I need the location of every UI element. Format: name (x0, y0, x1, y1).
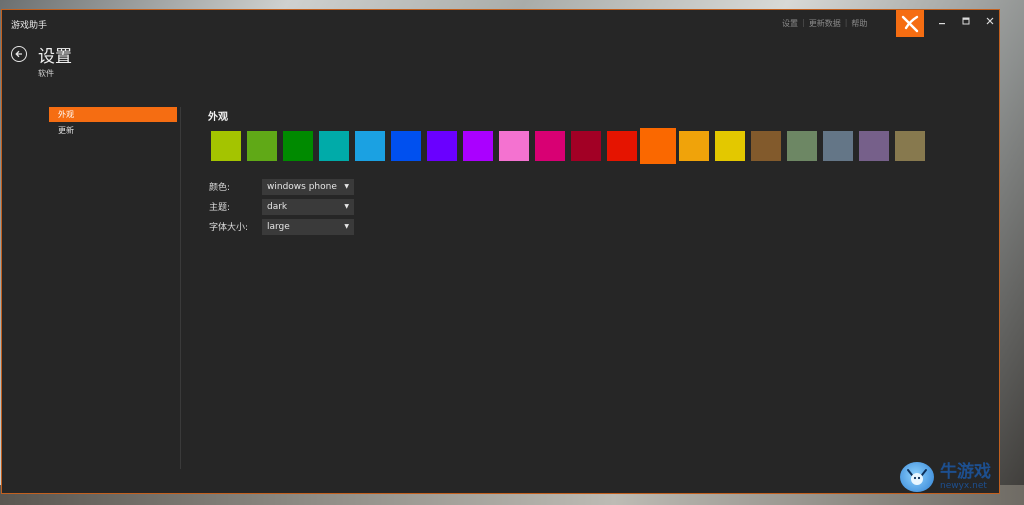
accent-color-palette (211, 128, 931, 164)
caret-down-icon: ▼ (344, 182, 349, 190)
sidebar-item-update[interactable]: 更新 (49, 123, 177, 138)
page-subtitle: 软件 (38, 69, 54, 78)
app-title: 游戏助手 (11, 21, 48, 31)
top-link-settings[interactable]: 设置 (782, 18, 798, 29)
top-links: 设置 | 更新数据 | 帮助 (782, 18, 867, 29)
separator: | (844, 18, 848, 27)
color-label: 颜色: (209, 183, 231, 193)
color-swatch[interactable] (499, 131, 529, 161)
font-size-dropdown[interactable]: large ▼ (262, 218, 354, 235)
title-bar: 游戏助手 设置 | 更新数据 | 帮助 (2, 10, 999, 40)
color-swatch[interactable] (715, 131, 745, 161)
theme-dropdown-value: dark (267, 201, 288, 212)
close-icon[interactable] (978, 14, 1002, 28)
sidebar-item-appearance[interactable]: 外观 (49, 107, 177, 122)
color-swatch[interactable] (751, 131, 781, 161)
color-swatch[interactable] (247, 131, 277, 161)
color-dropdown-value: windows phone (267, 181, 337, 192)
color-swatch[interactable] (535, 131, 565, 161)
watermark-cn: 牛游戏 (940, 462, 991, 482)
color-swatch[interactable] (319, 131, 349, 161)
top-link-update-data[interactable]: 更新数据 (809, 18, 841, 29)
window-controls (930, 14, 1002, 28)
page-title: 设置 (38, 47, 72, 67)
section-title: 外观 (208, 112, 228, 123)
color-swatch[interactable] (823, 131, 853, 161)
color-swatch[interactable] (607, 131, 637, 161)
color-swatch[interactable] (640, 128, 676, 164)
caret-down-icon: ▼ (344, 222, 349, 230)
color-swatch[interactable] (211, 131, 241, 161)
sidebar-divider (180, 107, 181, 469)
minimize-icon[interactable] (930, 14, 954, 28)
separator: | (802, 18, 805, 27)
sidebar: 外观 更新 (49, 107, 177, 139)
settings-form: 颜色: windows phone ▼ 主题: dark ▼ 字体大小: lar… (209, 178, 354, 238)
color-dropdown[interactable]: windows phone ▼ (262, 178, 354, 195)
color-swatch[interactable] (463, 131, 493, 161)
color-swatch[interactable] (427, 131, 457, 161)
top-link-help[interactable]: 帮助 (851, 18, 867, 29)
maximize-icon[interactable] (954, 14, 978, 28)
theme-label: 主题: (209, 203, 231, 213)
setting-row-font-size: 字体大小: large ▼ (209, 218, 354, 235)
theme-dropdown[interactable]: dark ▼ (262, 198, 354, 215)
x-logo-icon (896, 10, 924, 37)
watermark-en: newyx.net (940, 481, 987, 491)
app-window: 游戏助手 设置 | 更新数据 | 帮助 设置 软件 外观 更新 外观 颜色: w… (1, 9, 1000, 494)
watermark-text: 牛游戏 newyx.net (940, 463, 991, 491)
color-swatch[interactable] (391, 131, 421, 161)
bull-mascot-icon (900, 462, 934, 492)
site-watermark: 牛游戏 newyx.net (900, 462, 991, 492)
color-swatch[interactable] (787, 131, 817, 161)
caret-down-icon: ▼ (344, 202, 349, 210)
color-swatch[interactable] (859, 131, 889, 161)
setting-row-theme: 主题: dark ▼ (209, 198, 354, 215)
back-arrow-circle-icon[interactable] (11, 46, 27, 62)
color-swatch[interactable] (283, 131, 313, 161)
font-size-label: 字体大小: (209, 223, 249, 233)
color-swatch[interactable] (571, 131, 601, 161)
color-swatch[interactable] (679, 131, 709, 161)
color-swatch[interactable] (895, 131, 925, 161)
setting-row-color: 颜色: windows phone ▼ (209, 178, 354, 195)
color-swatch[interactable] (355, 131, 385, 161)
font-size-dropdown-value: large (267, 221, 290, 232)
